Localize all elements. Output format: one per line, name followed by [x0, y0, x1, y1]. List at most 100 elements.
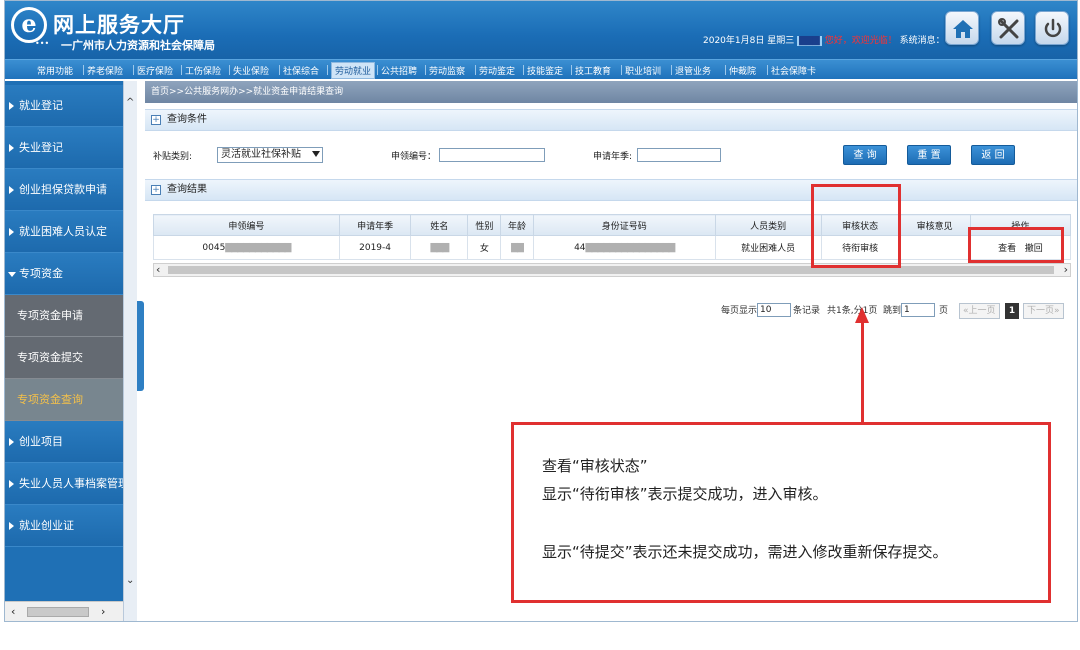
- nav-item-0[interactable]: 常用功能: [37, 64, 73, 77]
- reset-button[interactable]: 重 置: [907, 145, 951, 165]
- nav-item-9[interactable]: 劳动鉴定: [479, 64, 515, 77]
- code-input[interactable]: [439, 148, 545, 162]
- cell-gender: 女: [467, 235, 502, 260]
- scroll-thumb[interactable]: [27, 607, 89, 617]
- scroll-right-icon[interactable]: ›: [1064, 263, 1068, 276]
- scroll-left-icon[interactable]: ‹: [11, 605, 15, 618]
- sidebar-scrollbar[interactable]: ^ ⌄: [123, 81, 137, 621]
- home-button[interactable]: [945, 11, 979, 45]
- nav-separator: [767, 65, 768, 75]
- logo: e: [11, 7, 47, 43]
- nav-item-11[interactable]: 技工教育: [575, 64, 611, 77]
- subsidy-select[interactable]: 灵活就业社保补贴: [217, 147, 323, 163]
- table-header-row: 申领编号 申请年季 姓名 性别 年龄 身份证号码 人员类别 审核状态 审核意见 …: [153, 214, 1072, 236]
- annotation-arrow-line: [861, 321, 864, 423]
- sidebar-item-0[interactable]: 就业登记: [5, 85, 123, 127]
- table-scroll-thumb[interactable]: [168, 266, 1054, 274]
- date-text: 2020年1月8日 星期三: [703, 36, 795, 46]
- sidebar-item-after-2[interactable]: 就业创业证: [5, 505, 123, 547]
- nav-item-1[interactable]: 养老保险: [87, 64, 123, 77]
- sidebar-hscrollbar[interactable]: ‹ ›: [5, 601, 123, 621]
- nav-separator: [377, 65, 378, 75]
- nav-separator: [327, 65, 328, 75]
- table-row[interactable]: 0045▇▇▇▇▇▇▇▇▇▇▇ 2019-4 ▇▇▇ 女 ▇▇ 44▇▇▇▇▇▇…: [153, 235, 1072, 260]
- top-nav: 常用功能 养老保险 医疗保险 工伤保险 失业保险 社保综合 劳动就业 公共招聘 劳动监察 劳动鉴定…: [5, 59, 1077, 79]
- sidebar-subitem-0[interactable]: 专项资金申请: [5, 295, 123, 337]
- sidebar-item-2[interactable]: 创业担保贷款申请: [5, 169, 123, 211]
- caret-right-icon: [9, 522, 14, 530]
- nav-item-14[interactable]: 仲裁院: [729, 64, 756, 77]
- nav-item-2[interactable]: 医疗保险: [137, 64, 173, 77]
- chevron-down-icon[interactable]: ⌄: [126, 575, 134, 586]
- per-page-input[interactable]: 10: [757, 303, 791, 317]
- season-label: 申请年季:: [593, 152, 633, 162]
- results-section-header[interactable]: + 查询结果: [145, 179, 1077, 201]
- season-input[interactable]: [637, 148, 721, 162]
- nav-item-7[interactable]: 公共招聘: [381, 64, 417, 77]
- nav-separator: [571, 65, 572, 75]
- nav-item-4[interactable]: 失业保险: [233, 64, 269, 77]
- action-highlight-box: [968, 227, 1064, 263]
- query-section-title: 查询条件: [167, 114, 207, 125]
- col-header-code: 申领编号: [153, 214, 340, 236]
- caret-right-icon: [9, 102, 14, 110]
- nav-item-15[interactable]: 社会保障卡: [771, 64, 816, 77]
- cell-age: ▇▇: [500, 235, 534, 260]
- results-section-title: 查询结果: [167, 184, 207, 195]
- prev-page-button[interactable]: «上一页: [959, 303, 1000, 319]
- current-page[interactable]: 1: [1005, 303, 1019, 319]
- sidebar-item-label: 就业困难人员认定: [19, 225, 107, 238]
- sidebar-item-label: 专项资金: [19, 267, 63, 280]
- scroll-right-icon[interactable]: ›: [101, 605, 105, 618]
- nav-item-13[interactable]: 退管业务: [675, 64, 711, 77]
- pager-goto-label: 跳到: [883, 306, 902, 316]
- nav-item-10[interactable]: 技能鉴定: [527, 64, 563, 77]
- col-header-category: 人员类别: [714, 214, 822, 236]
- query-button[interactable]: 查 询: [843, 145, 887, 165]
- sidebar-item-label: 就业创业证: [19, 519, 74, 532]
- nav-separator: [621, 65, 622, 75]
- scroll-left-icon[interactable]: ‹: [156, 263, 160, 276]
- goto-page-input[interactable]: 1: [901, 303, 935, 317]
- sidebar: 就业登记 失业登记创业担保贷款申请 就业困难人员认定 专项资金专项资金申请 专项资金提交…: [5, 81, 123, 621]
- brand-subtitle: 一广州市人力资源和社会保障局: [61, 39, 215, 52]
- sidebar-item-after-1[interactable]: 失业人员人事档案管理: [5, 463, 123, 505]
- sidebar-item-4[interactable]: 专项资金: [5, 253, 123, 295]
- callout-line-3: 显示“待提交”表示还未提交成功，需进入修改重新保存提交。: [542, 543, 948, 561]
- nav-item-12[interactable]: 职业培训: [625, 64, 661, 77]
- sidebar-item-label: 失业人员人事档案管理: [19, 477, 123, 490]
- nav-separator: [83, 65, 84, 75]
- sidebar-subitem-1[interactable]: 专项资金提交: [5, 337, 123, 379]
- brand-title: 网上服务大厅: [53, 13, 185, 37]
- sidebar-item-label: 创业担保贷款申请: [19, 183, 107, 196]
- caret-right-icon: [9, 144, 14, 152]
- caret-down-icon: [8, 272, 16, 277]
- plus-icon[interactable]: +: [151, 185, 161, 195]
- logout-button[interactable]: [1035, 11, 1069, 45]
- nav-separator: [671, 65, 672, 75]
- sidebar-item-after-0[interactable]: 创业项目: [5, 421, 123, 463]
- back-button[interactable]: 返 回: [971, 145, 1015, 165]
- tools-button[interactable]: [991, 11, 1025, 45]
- table-hscrollbar[interactable]: ‹ ›: [153, 263, 1071, 277]
- nav-separator: [133, 65, 134, 75]
- logo-dots: •••: [35, 39, 50, 48]
- chevron-up-icon[interactable]: ^: [126, 97, 134, 108]
- nav-item-6[interactable]: 劳动就业: [331, 62, 376, 79]
- annotation-callout: 查看“审核状态” 显示“待衔审核”表示提交成功，进入审核。 显示“待提交”表示还…: [511, 422, 1051, 603]
- query-section-header[interactable]: + 查询条件: [145, 109, 1077, 131]
- sidebar-collapse-handle[interactable]: [137, 301, 144, 391]
- cell-opinion: [898, 235, 971, 260]
- sidebar-item-1[interactable]: 失业登记: [5, 127, 123, 169]
- pager-per-page-prefix: 每页显示: [721, 306, 758, 316]
- nav-item-3[interactable]: 工伤保险: [185, 64, 221, 77]
- nav-item-8[interactable]: 劳动监察: [429, 64, 465, 77]
- plus-icon[interactable]: +: [151, 115, 161, 125]
- nav-separator: [725, 65, 726, 75]
- nav-item-5[interactable]: 社保综合: [283, 64, 319, 77]
- sidebar-subitem-2[interactable]: 专项资金查询: [5, 379, 123, 421]
- home-icon: [953, 20, 973, 38]
- cell-name: ▇▇▇: [410, 235, 469, 260]
- sidebar-item-3[interactable]: 就业困难人员认定: [5, 211, 123, 253]
- next-page-button[interactable]: 下一页»: [1023, 303, 1064, 319]
